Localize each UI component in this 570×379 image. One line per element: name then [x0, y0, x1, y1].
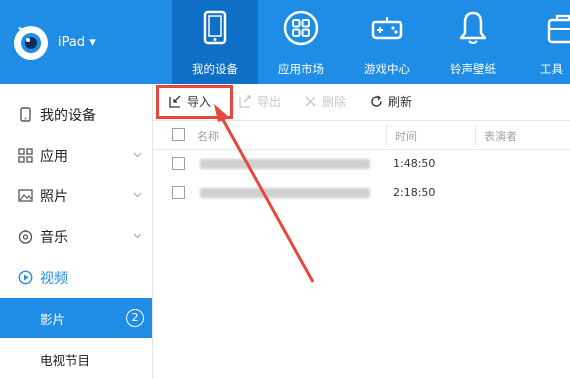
- tab-label: 应用市场: [278, 62, 324, 76]
- chevron-down-icon: [133, 152, 142, 158]
- sidebar-item-label: 视频: [40, 271, 68, 287]
- sidebar-subitem-label: 影片: [40, 312, 66, 327]
- tab-tools[interactable]: 工具: [516, 0, 570, 84]
- apps-grid-icon: [283, 10, 319, 46]
- duration-cell: 1:48:50: [393, 157, 436, 170]
- refresh-icon: [371, 95, 382, 107]
- refresh-label: 刷新: [388, 95, 413, 109]
- sidebar-item-music[interactable]: 音乐: [0, 216, 152, 256]
- highlight-box: [156, 85, 233, 119]
- table-header: 名称 时间 表演者: [153, 120, 570, 150]
- column-divider: [475, 125, 476, 145]
- duration-cell: 2:18:50: [393, 186, 436, 199]
- row-checkbox[interactable]: [172, 157, 185, 170]
- sidebar-subitem-tv-shows[interactable]: 电视节目: [0, 339, 152, 379]
- tab-ringtones-wallpapers[interactable]: 铃声壁纸: [430, 0, 516, 84]
- blurred-filename: [200, 188, 370, 198]
- apps-icon: [18, 148, 33, 163]
- column-header-name[interactable]: 名称: [197, 128, 219, 144]
- column-header-artist[interactable]: 表演者: [484, 128, 517, 144]
- sidebar: 我的设备 应用 照片 音乐 视频 影片 2 电视节目: [0, 84, 153, 379]
- top-bar: iPad ▾ 我的设备 应用市场 游戏中心 铃声壁纸 工具: [0, 0, 570, 84]
- column-divider: [386, 125, 387, 145]
- row-checkbox[interactable]: [172, 186, 185, 199]
- tab-my-device[interactable]: 我的设备: [172, 0, 258, 84]
- sidebar-item-label: 应用: [40, 149, 68, 165]
- column-header-time[interactable]: 时间: [395, 128, 417, 144]
- delete-label: 删除: [322, 95, 347, 109]
- sidebar-item-apps[interactable]: 应用: [0, 135, 152, 175]
- sidebar-item-label: 我的设备: [40, 108, 96, 124]
- close-icon: [305, 96, 316, 107]
- export-label: 导出: [257, 95, 282, 109]
- export-icon: [239, 95, 251, 108]
- toolbox-icon: [547, 14, 570, 44]
- bell-icon: [459, 11, 487, 44]
- table-row[interactable]: 2:18:50: [153, 178, 570, 208]
- sidebar-item-photos[interactable]: 照片: [0, 175, 152, 215]
- gamepad-icon: [371, 17, 403, 40]
- chevron-down-icon: [133, 233, 142, 239]
- sidebar-item-label: 音乐: [40, 230, 68, 246]
- sidebar-item-label: 照片: [40, 189, 68, 205]
- device-icon: [20, 107, 31, 122]
- sidebar-item-video[interactable]: 视频: [0, 257, 152, 297]
- tablet-icon: [203, 10, 227, 45]
- count-badge: 2: [126, 309, 144, 327]
- tab-label: 铃声壁纸: [450, 62, 496, 76]
- blurred-filename: [200, 159, 370, 169]
- tab-game-center[interactable]: 游戏中心: [344, 0, 430, 84]
- tab-app-market[interactable]: 应用市场: [258, 0, 344, 84]
- select-all-checkbox[interactable]: [172, 128, 185, 141]
- music-icon: [18, 230, 33, 244]
- tab-label: 工具: [540, 62, 563, 76]
- video-icon: [18, 270, 33, 285]
- sidebar-subitem-movies[interactable]: 影片 2: [0, 298, 152, 338]
- itools-logo-icon: [14, 26, 48, 60]
- device-selector[interactable]: iPad ▾: [58, 35, 96, 50]
- table-row[interactable]: 1:48:50: [153, 149, 570, 179]
- chevron-down-icon: [133, 192, 142, 198]
- sidebar-subitem-label: 电视节目: [40, 353, 91, 368]
- tab-label: 我的设备: [192, 62, 238, 76]
- photo-icon: [18, 189, 33, 202]
- tab-label: 游戏中心: [364, 62, 410, 76]
- sidebar-item-my-device[interactable]: 我的设备: [0, 94, 152, 134]
